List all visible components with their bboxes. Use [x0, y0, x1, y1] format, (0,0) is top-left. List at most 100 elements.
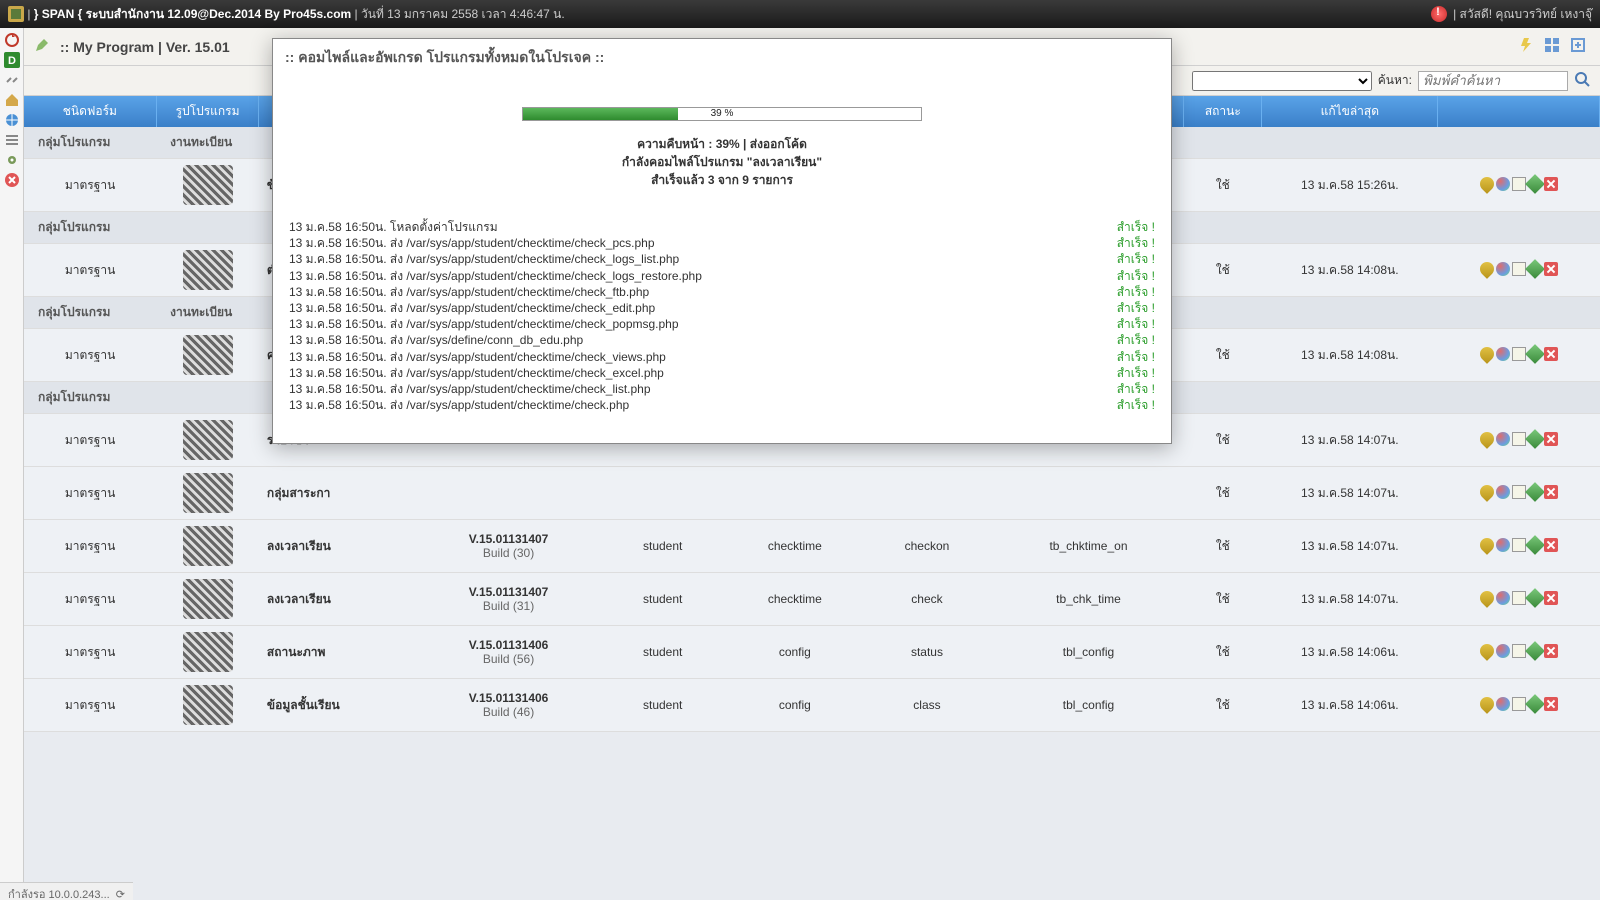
sidebar-close-icon[interactable]: [4, 172, 20, 188]
palette-icon[interactable]: [1496, 262, 1510, 276]
log-status: สำเร็จ !: [1117, 268, 1155, 284]
table-row[interactable]: มาตรฐานข้อมูลชั้นเรียนV.15.01131406Build…: [24, 679, 1600, 732]
log-row: 13 ม.ค.58 16:50น. ส่ง /var/sys/app/stude…: [289, 268, 1155, 284]
notification-icon[interactable]: [1431, 6, 1447, 22]
palette-icon[interactable]: [1496, 347, 1510, 361]
toolbar-edit-icon[interactable]: [34, 37, 54, 57]
cell-mod2: checktime: [729, 520, 861, 573]
table-row[interactable]: มาตรฐานกลุ่มสาระกาใช้13 ม.ค.58 14:07น.: [24, 467, 1600, 520]
document-icon[interactable]: [1512, 538, 1526, 552]
delete-icon[interactable]: [1544, 262, 1558, 276]
key-icon[interactable]: [1477, 535, 1497, 555]
delete-icon[interactable]: [1544, 177, 1558, 191]
palette-icon[interactable]: [1496, 485, 1510, 499]
edit-icon[interactable]: [1525, 535, 1545, 555]
log-status: สำเร็จ !: [1117, 349, 1155, 365]
log-status: สำเร็จ !: [1117, 397, 1155, 413]
cell-name: ลงเวลาเรียน: [259, 573, 421, 626]
document-icon[interactable]: [1512, 644, 1526, 658]
log-row: 13 ม.ค.58 16:50น. ส่ง /var/sys/app/stude…: [289, 349, 1155, 365]
edit-icon[interactable]: [1525, 694, 1545, 714]
col-actions[interactable]: [1438, 96, 1600, 127]
group-label: กลุ่มโปรแกรม: [24, 297, 156, 329]
delete-icon[interactable]: [1544, 432, 1558, 446]
sidebar-d-icon[interactable]: D: [4, 52, 20, 68]
cell-mod3: class: [861, 679, 993, 732]
log-list: 13 ม.ค.58 16:50น. โหลดตั้งค่าโปรแกรมสำเร…: [285, 219, 1159, 413]
edit-icon[interactable]: [1525, 344, 1545, 364]
delete-icon[interactable]: [1544, 538, 1558, 552]
key-icon[interactable]: [1477, 344, 1497, 364]
key-icon[interactable]: [1477, 694, 1497, 714]
key-icon[interactable]: [1477, 641, 1497, 661]
search-icon[interactable]: [1574, 71, 1590, 90]
edit-icon[interactable]: [1525, 641, 1545, 661]
progress-bar: 39 %: [522, 107, 922, 121]
table-row[interactable]: มาตรฐานสถานะภาพV.15.01131406Build (56)st…: [24, 626, 1600, 679]
col-status[interactable]: สถานะ: [1184, 96, 1262, 127]
edit-icon[interactable]: [1525, 482, 1545, 502]
key-icon[interactable]: [1477, 174, 1497, 194]
cell-mod2: config: [729, 679, 861, 732]
document-icon[interactable]: [1512, 347, 1526, 361]
cell-name: ข้อมูลชั้นเรียน: [259, 679, 421, 732]
toolbar-bolt-icon[interactable]: [1518, 37, 1538, 57]
delete-icon[interactable]: [1544, 485, 1558, 499]
spring-icon: [183, 579, 233, 619]
progress-text: ความคืบหน้า : 39% | ส่งออกโค้ด กำลังคอมไ…: [285, 135, 1159, 189]
cell-version: V.15.01131407Build (30): [420, 520, 596, 573]
col-updated[interactable]: แก้ไขล่าสุด: [1262, 96, 1438, 127]
log-row: 13 ม.ค.58 16:50น. ส่ง /var/sys/app/stude…: [289, 316, 1155, 332]
document-icon[interactable]: [1512, 262, 1526, 276]
sidebar-home-icon[interactable]: [4, 92, 20, 108]
document-icon[interactable]: [1512, 591, 1526, 605]
key-icon[interactable]: [1477, 259, 1497, 279]
palette-icon[interactable]: [1496, 697, 1510, 711]
search-input[interactable]: [1418, 71, 1568, 91]
palette-icon[interactable]: [1496, 432, 1510, 446]
cell-status: ใช้: [1184, 573, 1262, 626]
document-icon[interactable]: [1512, 485, 1526, 499]
edit-icon[interactable]: [1525, 429, 1545, 449]
cell-table: tb_chktime_on: [993, 520, 1184, 573]
edit-icon[interactable]: [1525, 588, 1545, 608]
sidebar-list-icon[interactable]: [4, 132, 20, 148]
key-icon[interactable]: [1477, 482, 1497, 502]
delete-icon[interactable]: [1544, 591, 1558, 605]
document-icon[interactable]: [1512, 177, 1526, 191]
log-msg: 13 ม.ค.58 16:50น. โหลดตั้งค่าโปรแกรม: [289, 219, 1117, 235]
log-msg: 13 ม.ค.58 16:50น. ส่ง /var/sys/define/co…: [289, 332, 1117, 348]
spring-icon: [183, 250, 233, 290]
key-icon[interactable]: [1477, 588, 1497, 608]
toolbar-grid-icon[interactable]: [1544, 37, 1564, 57]
sidebar-globe-icon[interactable]: [4, 112, 20, 128]
cell-status: ใช้: [1184, 414, 1262, 467]
document-icon[interactable]: [1512, 432, 1526, 446]
document-icon[interactable]: [1512, 697, 1526, 711]
key-icon[interactable]: [1477, 429, 1497, 449]
edit-icon[interactable]: [1525, 259, 1545, 279]
col-form-type[interactable]: ชนิดฟอร์ม: [24, 96, 156, 127]
spring-icon: [183, 632, 233, 672]
filter-select[interactable]: [1192, 71, 1372, 91]
palette-icon[interactable]: [1496, 591, 1510, 605]
delete-icon[interactable]: [1544, 697, 1558, 711]
cell-type: มาตรฐาน: [24, 467, 156, 520]
cell-table: [993, 467, 1184, 520]
edit-icon[interactable]: [1525, 174, 1545, 194]
palette-icon[interactable]: [1496, 177, 1510, 191]
toolbar-expand-icon[interactable]: [1570, 37, 1590, 57]
sidebar-refresh-icon[interactable]: [4, 32, 20, 48]
sidebar-gear-icon[interactable]: [4, 152, 20, 168]
row-actions: [1438, 467, 1600, 520]
delete-icon[interactable]: [1544, 644, 1558, 658]
delete-icon[interactable]: [1544, 347, 1558, 361]
cell-image: [156, 679, 259, 732]
row-actions: [1438, 520, 1600, 573]
palette-icon[interactable]: [1496, 538, 1510, 552]
palette-icon[interactable]: [1496, 644, 1510, 658]
table-row[interactable]: มาตรฐานลงเวลาเรียนV.15.01131407Build (30…: [24, 520, 1600, 573]
sidebar-link-icon[interactable]: [4, 72, 20, 88]
table-row[interactable]: มาตรฐานลงเวลาเรียนV.15.01131407Build (31…: [24, 573, 1600, 626]
col-image[interactable]: รูปโปรแกรม: [156, 96, 259, 127]
